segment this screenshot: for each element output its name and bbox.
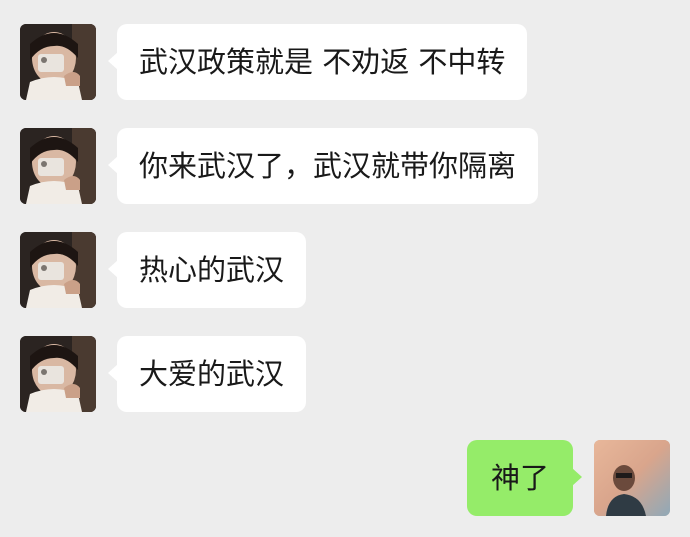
message-bubble[interactable]: 大爱的武汉 bbox=[107, 336, 307, 412]
message-text: 你来武汉了，武汉就带你隔离 bbox=[139, 149, 517, 183]
contact-avatar[interactable] bbox=[20, 128, 96, 204]
contact-avatar-image bbox=[20, 232, 96, 308]
message-text: 神了 bbox=[490, 461, 549, 495]
message-row: 大爱的武汉 bbox=[0, 336, 690, 412]
message-bubble-outgoing[interactable]: 神了 bbox=[466, 440, 583, 516]
message-row: 热心的武汉 bbox=[0, 232, 690, 308]
contact-avatar[interactable] bbox=[20, 24, 96, 100]
message-bubble[interactable]: 武汉政策就是 不劝返 不中转 bbox=[107, 24, 528, 100]
message-bubble[interactable]: 热心的武汉 bbox=[107, 232, 307, 308]
message-row: 武汉政策就是 不劝返 不中转 bbox=[0, 24, 690, 100]
contact-avatar-image bbox=[20, 336, 96, 412]
message-bubble[interactable]: 你来武汉了，武汉就带你隔离 bbox=[107, 128, 539, 204]
contact-avatar[interactable] bbox=[20, 232, 96, 308]
contact-avatar[interactable] bbox=[20, 336, 96, 412]
message-text: 热心的武汉 bbox=[139, 253, 285, 287]
message-row: 你来武汉了，武汉就带你隔离 bbox=[0, 128, 690, 204]
message-text: 大爱的武汉 bbox=[139, 357, 285, 391]
contact-avatar-image bbox=[20, 24, 96, 100]
message-row-outgoing: 神了 bbox=[0, 440, 690, 516]
message-text: 武汉政策就是 不劝返 不中转 bbox=[139, 45, 506, 79]
contact-avatar-image bbox=[20, 128, 96, 204]
my-avatar-image bbox=[594, 440, 670, 516]
chat-message-list: 武汉政策就是 不劝返 不中转 你来武汉了，武汉就带你隔离 热心的武汉 大爱的武汉… bbox=[0, 0, 690, 537]
my-avatar[interactable] bbox=[594, 440, 670, 516]
